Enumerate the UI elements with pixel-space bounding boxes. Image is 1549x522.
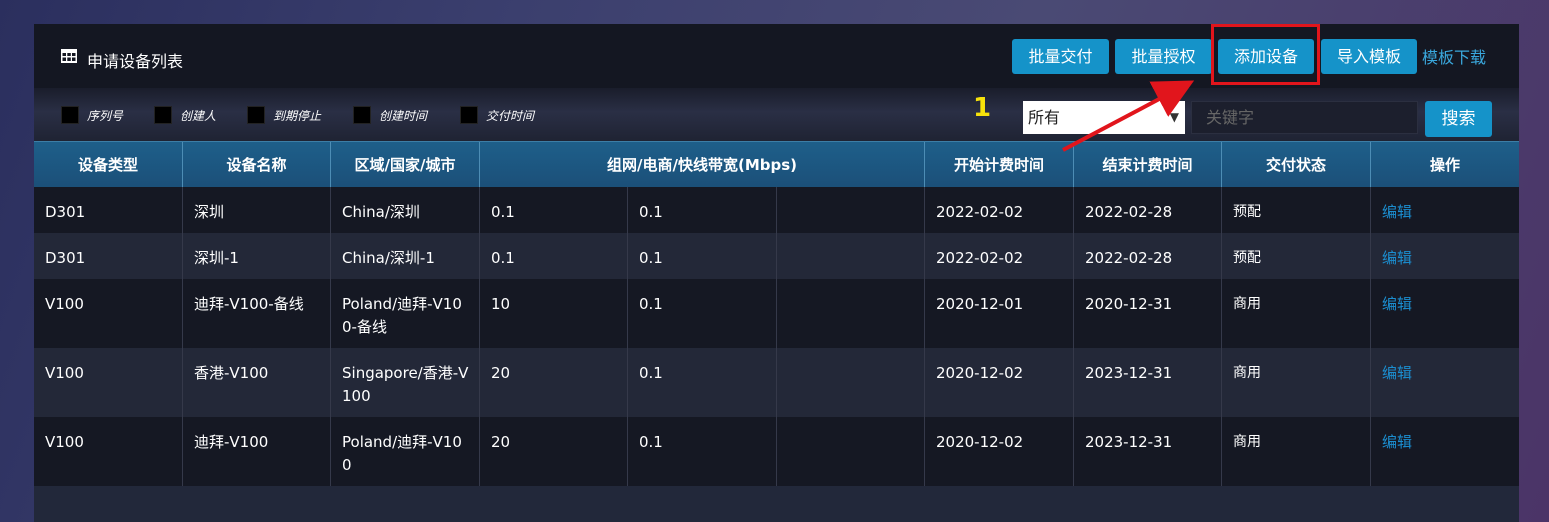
batch-authorize-button[interactable]: 批量授权 [1115, 39, 1212, 74]
cell-bandwidth-1: 10 [480, 279, 628, 348]
cell-end-time: 2022-02-28 [1074, 187, 1222, 233]
cell-bandwidth-3 [777, 279, 925, 348]
cell-start-time: 2020-12-02 [925, 417, 1074, 486]
checkbox-create-time[interactable] [353, 106, 371, 124]
cell-action: 编辑 [1371, 279, 1519, 348]
checkbox-label-deliver-time: 交付时间 [486, 109, 535, 123]
search-button[interactable]: 搜索 [1425, 101, 1492, 137]
status-select-value: 所有 [1028, 108, 1061, 127]
table-icon [61, 49, 77, 63]
column-header-status: 交付状态 [1222, 142, 1371, 188]
table-row: V100 迪拜-V100-备线 Poland/迪拜-V100-备线 10 0.1… [34, 279, 1519, 348]
checkbox-deliver-time[interactable] [460, 106, 478, 124]
cell-start-time: 2022-02-02 [925, 187, 1074, 233]
table-row: V100 迪拜-V100 Poland/迪拜-V100 20 0.1 2020-… [34, 417, 1519, 486]
cell-status: 商用 [1222, 417, 1371, 486]
column-header-bandwidth: 组网/电商/快线带宽(Mbps) [480, 142, 925, 188]
cell-start-time: 2022-02-02 [925, 233, 1074, 279]
chevron-down-icon: ▼ [1169, 110, 1179, 124]
cell-bandwidth-3 [777, 187, 925, 233]
cell-device-name: 深圳-1 [183, 233, 331, 279]
checkbox-label-serial: 序列号 [87, 109, 124, 123]
table-footer-area [34, 486, 1519, 522]
table-row: V100 香港-V100 Singapore/香港-V100 20 0.1 20… [34, 348, 1519, 417]
page-title: 申请设备列表 [87, 52, 184, 71]
table-row: D301 深圳 China/深圳 0.1 0.1 2022-02-02 2022… [34, 187, 1519, 233]
cell-end-time: 2023-12-31 [1074, 417, 1222, 486]
cell-bandwidth-2: 0.1 [628, 417, 777, 486]
cell-bandwidth-2: 0.1 [628, 348, 777, 417]
checkbox-label-expire-stop: 到期停止 [273, 109, 322, 123]
cell-region: Singapore/香港-V100 [331, 348, 480, 417]
checkbox-expire-stop[interactable] [247, 106, 265, 124]
checkbox-creator[interactable] [154, 106, 172, 124]
cell-bandwidth-2: 0.1 [628, 279, 777, 348]
cell-end-time: 2022-02-28 [1074, 233, 1222, 279]
edit-link[interactable]: 编辑 [1382, 364, 1412, 382]
column-header-device-type: 设备类型 [34, 142, 183, 188]
table-row: D301 深圳-1 China/深圳-1 0.1 0.1 2022-02-02 … [34, 233, 1519, 279]
column-header-region: 区域/国家/城市 [331, 142, 480, 188]
cell-device-name: 香港-V100 [183, 348, 331, 417]
cell-bandwidth-3 [777, 417, 925, 486]
edit-link[interactable]: 编辑 [1382, 433, 1412, 451]
cell-region: China/深圳 [331, 187, 480, 233]
column-header-end-time: 结束计费时间 [1074, 142, 1222, 188]
column-header-start-time: 开始计费时间 [925, 142, 1074, 188]
cell-device-name: 迪拜-V100-备线 [183, 279, 331, 348]
column-header-action: 操作 [1429, 156, 1460, 174]
cell-device-type: V100 [34, 417, 183, 486]
cell-action: 编辑 [1371, 187, 1519, 233]
column-header-device-name: 设备名称 [183, 142, 331, 188]
cell-bandwidth-1: 0.1 [480, 187, 628, 233]
cell-action: 编辑 [1371, 348, 1519, 417]
cell-device-name: 迪拜-V100 [183, 417, 331, 486]
cell-bandwidth-1: 0.1 [480, 233, 628, 279]
cell-region: Poland/迪拜-V100-备线 [331, 279, 480, 348]
checkbox-serial[interactable] [61, 106, 79, 124]
table-header: 设备类型 设备名称 区域/国家/城市 组网/电商/快线带宽(Mbps) 开始计费… [34, 141, 1519, 188]
cell-status: 预配 [1222, 187, 1371, 233]
cell-start-time: 2020-12-02 [925, 348, 1074, 417]
cell-bandwidth-1: 20 [480, 348, 628, 417]
edit-link[interactable]: 编辑 [1382, 203, 1412, 221]
keyword-search-input[interactable]: 关键字 [1191, 101, 1418, 134]
cell-bandwidth-2: 0.1 [628, 187, 777, 233]
checkbox-label-create-time: 创建时间 [379, 109, 428, 123]
cell-device-type: D301 [34, 233, 183, 279]
cell-device-type: D301 [34, 187, 183, 233]
cell-end-time: 2023-12-31 [1074, 348, 1222, 417]
device-list-panel: 申请设备列表 批量交付 批量授权 添加设备 导入模板 模板下载 序列号 创建人 … [34, 24, 1519, 522]
panel-header: 申请设备列表 批量交付 批量授权 添加设备 导入模板 模板下载 [34, 24, 1519, 88]
filter-bar: 序列号 创建人 到期停止 创建时间 交付时间 1 所有 ▼ 关键字 搜索 [34, 88, 1519, 141]
cell-device-type: V100 [34, 348, 183, 417]
edit-link[interactable]: 编辑 [1382, 295, 1412, 313]
cell-status: 预配 [1222, 233, 1371, 279]
import-template-button[interactable]: 导入模板 [1321, 39, 1417, 74]
cell-device-type: V100 [34, 279, 183, 348]
cell-bandwidth-3 [777, 233, 925, 279]
cell-bandwidth-2: 0.1 [628, 233, 777, 279]
status-select[interactable]: 所有 ▼ [1023, 101, 1185, 134]
cell-action: 编辑 [1371, 417, 1519, 486]
cell-bandwidth-3 [777, 348, 925, 417]
cell-end-time: 2020-12-31 [1074, 279, 1222, 348]
cell-device-name: 深圳 [183, 187, 331, 233]
cell-region: Poland/迪拜-V100 [331, 417, 480, 486]
cell-region: China/深圳-1 [331, 233, 480, 279]
cell-action: 编辑 [1371, 233, 1519, 279]
step-number-annotation: 1 [973, 93, 992, 123]
edit-link[interactable]: 编辑 [1382, 249, 1412, 267]
download-template-link[interactable]: 模板下载 [1422, 44, 1486, 68]
cell-start-time: 2020-12-01 [925, 279, 1074, 348]
batch-deliver-button[interactable]: 批量交付 [1012, 39, 1109, 74]
highlight-box [1211, 24, 1320, 85]
cell-status: 商用 [1222, 279, 1371, 348]
cell-status: 商用 [1222, 348, 1371, 417]
checkbox-label-creator: 创建人 [180, 109, 217, 123]
cell-bandwidth-1: 20 [480, 417, 628, 486]
